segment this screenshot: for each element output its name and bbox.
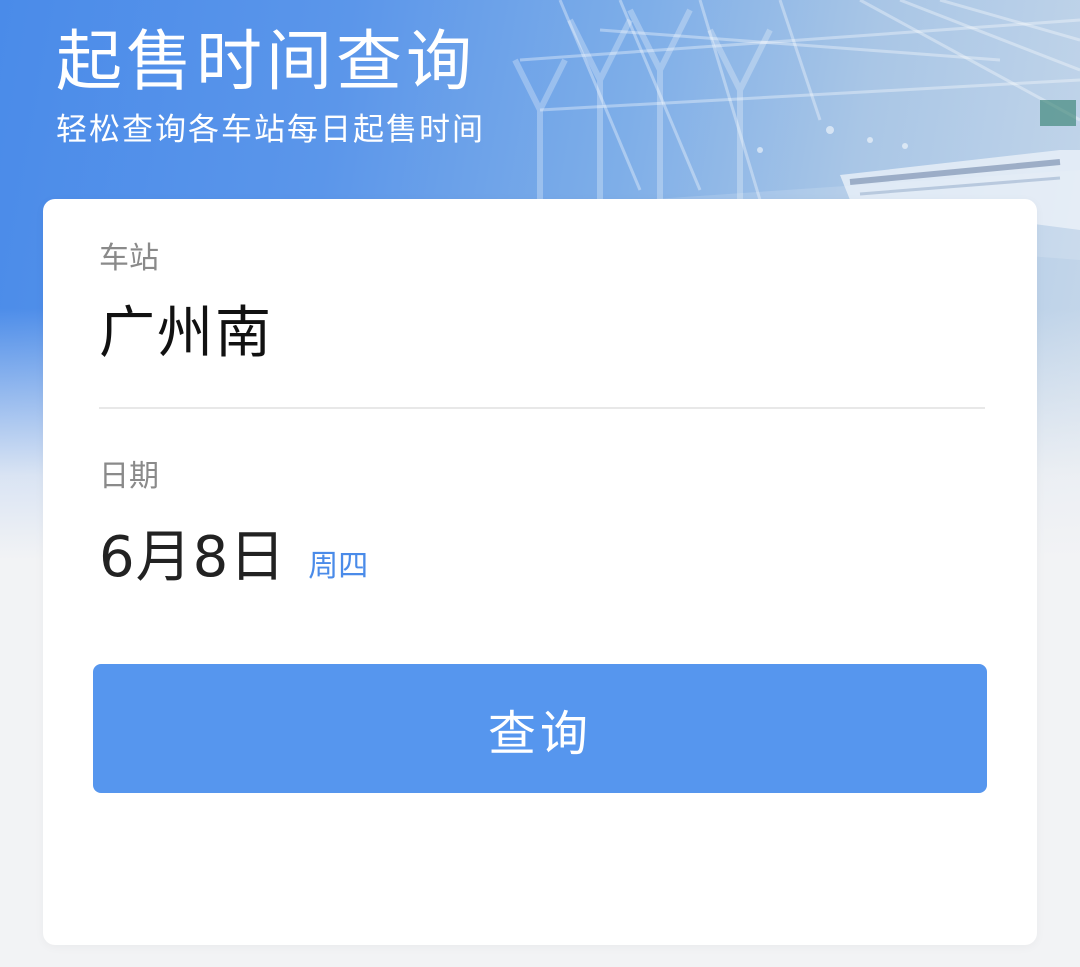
weekday-label: 周四 [308, 549, 369, 584]
station-value[interactable]: 广州南 [99, 301, 273, 367]
station-label: 车站 [99, 241, 159, 276]
query-form-card: 车站 广州南 日期 6月8日 周四 查询 [43, 199, 1037, 945]
station-field[interactable]: 车站 广州南 [99, 239, 985, 409]
date-label: 日期 [99, 459, 159, 494]
page-title: 起售时间查询 [56, 23, 476, 100]
date-field[interactable]: 日期 6月8日 周四 [99, 457, 985, 597]
page-subtitle: 轻松查询各车站每日起售时间 [56, 112, 485, 148]
query-button[interactable]: 查询 [93, 664, 987, 793]
page: 起售时间查询 轻松查询各车站每日起售时间 车站 广州南 日期 6月8日 周四 查… [0, 0, 1080, 967]
date-row[interactable]: 6月8日 周四 [99, 525, 368, 591]
date-value[interactable]: 6月8日 [99, 525, 286, 591]
